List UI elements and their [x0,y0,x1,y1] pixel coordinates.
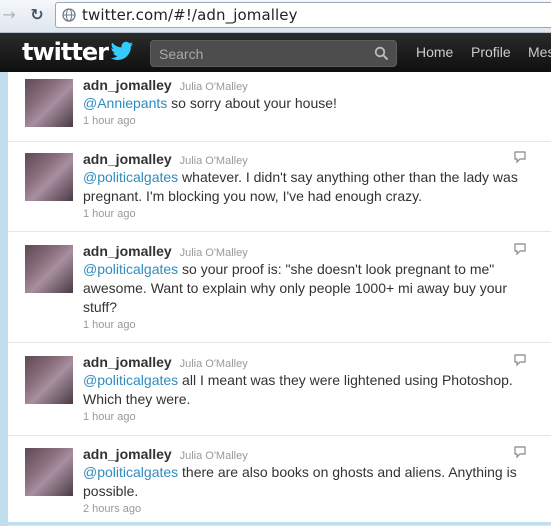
reply-icon[interactable] [513,353,527,367]
nav-home[interactable]: Home [416,44,453,60]
tweet-text: @politicalgates whatever. I didn't say a… [83,168,529,206]
tweet[interactable]: adn_jomalley Julia O'Malley @politicalga… [8,343,551,436]
tweet-text: @Anniepants so sorry about your house! [83,94,529,113]
avatar[interactable] [25,153,73,201]
url-text: twitter.com/#!/adn_jomalley [82,6,298,24]
mention-link[interactable]: @politicalgates [83,372,178,388]
reply-icon[interactable] [513,150,527,164]
screen-name[interactable]: adn_jomalley [83,151,172,167]
twitter-topbar: twitter Home Profile Mes [0,33,551,72]
nav-profile[interactable]: Profile [471,44,511,60]
tweet-text: @politicalgates all I meant was they wer… [83,371,529,409]
avatar[interactable] [25,245,73,293]
mention-link[interactable]: @politicalgates [83,464,178,480]
full-name: Julia O'Malley [179,247,248,259]
timestamp[interactable]: 1 hour ago [83,115,529,127]
timeline: adn_jomalley Julia O'Malley @Anniepants … [8,72,551,526]
globe-icon [62,8,76,22]
mention-link[interactable]: @politicalgates [83,169,178,185]
search-input[interactable] [151,41,371,66]
mention-link[interactable]: @Anniepants [83,95,167,111]
bird-icon [110,41,134,60]
tweet-content: adn_jomalley Julia O'Malley @Anniepants … [83,76,529,127]
timestamp[interactable]: 2 hours ago [83,503,529,515]
timestamp[interactable]: 1 hour ago [83,208,529,220]
full-name: Julia O'Malley [179,155,248,167]
back-arrow-icon[interactable]: → [0,6,18,24]
full-name: Julia O'Malley [179,450,248,462]
reply-icon[interactable] [513,445,527,459]
tweet[interactable]: adn_jomalley Julia O'Malley @politicalga… [8,142,551,232]
tweet-content: adn_jomalley Julia O'Malley @politicalga… [83,242,529,331]
twitter-logo[interactable]: twitter [22,38,109,66]
timestamp[interactable]: 1 hour ago [83,319,529,331]
screen-name[interactable]: adn_jomalley [83,77,172,93]
full-name: Julia O'Malley [179,81,248,93]
tweet[interactable]: adn_jomalley Julia O'Malley @Anniepants … [8,72,551,142]
tweet-content: adn_jomalley Julia O'Malley @politicalga… [83,445,529,515]
tweet[interactable]: adn_jomalley Julia O'Malley @politicalga… [8,232,551,343]
browser-toolbar: → ↻ twitter.com/#!/adn_jomalley [0,0,551,33]
tweet-content: adn_jomalley Julia O'Malley @politicalga… [83,353,529,423]
avatar[interactable] [25,448,73,496]
reply-icon[interactable] [513,242,527,256]
screen-name[interactable]: adn_jomalley [83,243,172,259]
avatar[interactable] [25,79,73,127]
screen-name[interactable]: adn_jomalley [83,354,172,370]
tweet[interactable]: adn_jomalley Julia O'Malley @politicalga… [8,436,551,526]
search-box[interactable] [150,40,397,67]
address-bar[interactable]: twitter.com/#!/adn_jomalley [55,2,551,28]
full-name: Julia O'Malley [179,358,248,370]
timestamp[interactable]: 1 hour ago [83,411,529,423]
nav-messages[interactable]: Mes [528,44,551,60]
tweet-text: @politicalgates so your proof is: "she d… [83,260,529,317]
avatar[interactable] [25,356,73,404]
tweet-body: so sorry about your house! [167,95,337,111]
mention-link[interactable]: @politicalgates [83,261,178,277]
tweet-text: @politicalgates there are also books on … [83,463,529,501]
search-icon[interactable] [374,46,389,61]
reload-icon[interactable]: ↻ [28,6,46,24]
tweet-content: adn_jomalley Julia O'Malley @politicalga… [83,150,529,220]
screen-name[interactable]: adn_jomalley [83,446,172,462]
